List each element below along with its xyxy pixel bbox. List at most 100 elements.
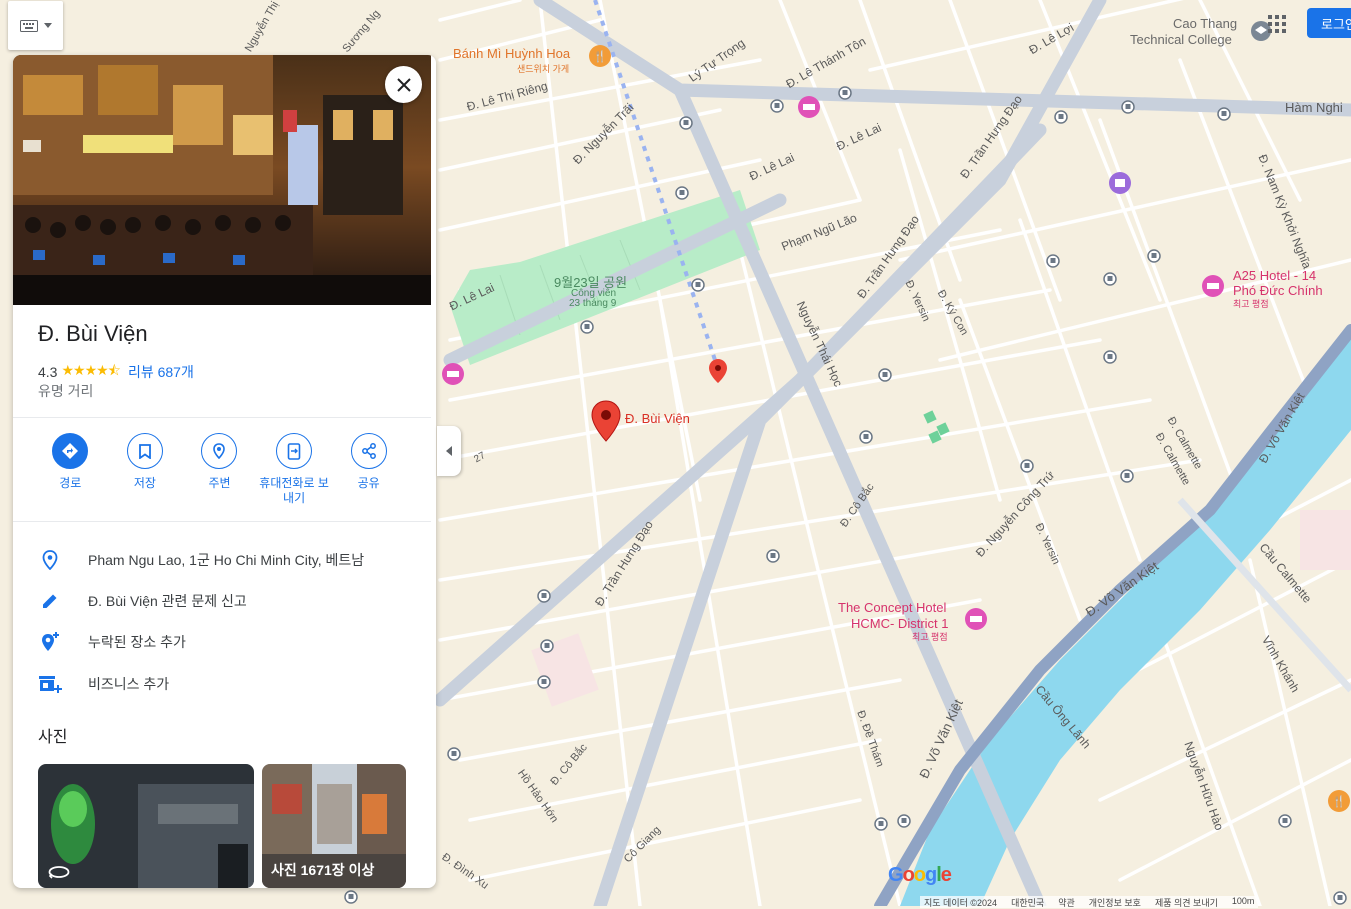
address-text: Pham Ngu Lao, 1군 Ho Chi Minh City, 베트남 [88,552,365,568]
360-view-icon [48,866,70,879]
bus-icon [842,90,848,95]
edit-pencil-icon [43,594,57,608]
nearby-icon [213,443,226,459]
street-night-photo [13,55,431,305]
feedback-link[interactable]: 제품 의견 보내기 [1155,896,1218,908]
place-title: Đ. Bùi Viện [38,321,148,346]
add-missing-place-row[interactable]: 누락된 장소 추가 [38,630,418,654]
add-location-icon [42,632,59,651]
scale-label[interactable]: 100m [1232,896,1255,908]
send-to-phone-icon [287,442,301,460]
bus-icon [878,821,884,826]
hotel-pin-icon[interactable] [441,362,465,390]
login-button[interactable]: 로그인 [1307,8,1351,38]
place-hero-image[interactable] [13,55,431,305]
bus-icon [882,372,888,377]
bus-icon [584,324,590,329]
action-bar: 경로 저장 주변 휴대전화로 보내기 공유 [33,433,413,506]
bus-icon [544,643,550,648]
directions-button[interactable]: 경로 [33,433,108,506]
hotel-pin-icon[interactable] [797,95,821,123]
report-issue-row[interactable]: Đ. Bùi Viện 관련 문제 신고 [38,589,418,613]
country-label[interactable]: 대한민국 [1011,896,1044,908]
more-photos-label: 사진 1671장 이상 [271,862,375,878]
bus-icon [770,553,776,558]
poi-a25-hotel[interactable]: A25 Hotel - 14 [1233,268,1316,283]
bus-icon [1124,473,1130,478]
bus-icon [451,751,457,756]
chevron-down-icon [43,22,52,28]
bus-icon [1024,463,1030,468]
bus-icon [1107,354,1113,359]
photos-more-tile[interactable]: 사진 1671장 이상 [262,764,406,888]
poi-concept-hotel[interactable]: The Concept Hotel [838,600,946,615]
directions-label: 경로 [59,476,82,490]
keyboard-button[interactable] [8,1,63,50]
report-issue-text: Đ. Bùi Viện 관련 문제 신고 [88,593,247,609]
save-label: 저장 [133,476,156,490]
close-icon [396,77,411,92]
location-marker-icon[interactable] [591,400,621,442]
poi-cao-thang-2: Technical College [1130,32,1232,47]
google-logo: Google [888,864,952,886]
poi-food-pin[interactable]: 🍴 [1327,789,1351,817]
chevron-left-icon [445,446,452,456]
photo-thumbnail[interactable] [38,764,254,888]
bar-interior-photo [38,764,254,888]
add-business-row[interactable]: 비즈니스 추가 [38,672,418,696]
svg-text:🍴: 🍴 [1332,795,1346,808]
keyboard-icon [19,19,38,32]
poi-concept-hotel-2: HCMC- District 1 [851,616,949,631]
rating-value: 4.3 [38,364,58,380]
place-category: 유명 거리 [38,383,94,399]
poi-a25-hotel-sub: 최고 평점 [1233,299,1269,309]
bookmark-icon [138,443,151,459]
bus-icon [683,120,689,125]
poi-banh-mi[interactable]: Bánh Mì Huỳnh Hoa [453,46,570,61]
directions-icon [62,443,79,459]
send-to-phone-button[interactable]: 휴대전화로 보내기 [257,433,332,506]
park-sublabel-2: 23 tháng 9 [569,298,617,309]
poi-food-pin[interactable]: 🍴 [588,44,612,72]
nearby-button[interactable]: 주변 [182,433,257,506]
place-panel: Đ. Bùi Viện 4.3 ★★★★⯪ 리뷰 687개 유명 거리 경로 저… [13,55,436,888]
bus-icon [541,593,547,598]
bus-icon [1282,818,1288,823]
close-button[interactable] [385,66,422,103]
poi-cao-thang[interactable]: Cao Thang [1173,16,1237,31]
bus-icon [679,190,685,195]
divider [13,417,431,418]
marker-label[interactable]: Đ. Bùi Viện [625,411,690,426]
share-button[interactable]: 공유 [331,433,406,506]
small-marker-icon[interactable] [708,358,728,384]
map-footer: 지도 데이터 ©2024 대한민국 약관 개인정보 보호 제품 의견 보내기 1… [920,896,1259,908]
apps-grid-icon[interactable] [1268,15,1286,33]
svg-text:🍴: 🍴 [593,50,607,63]
reviews-link[interactable]: 리뷰 687개 [128,362,194,382]
terms-link[interactable]: 약관 [1058,896,1075,908]
poi-a25-hotel-2: Phó Đức Chính [1233,283,1323,298]
address-row[interactable]: Pham Ngu Lao, 1군 Ho Chi Minh City, 베트남 [38,548,418,572]
add-business-icon [39,676,62,693]
privacy-link[interactable]: 개인정보 보호 [1089,896,1141,908]
share-icon [361,443,376,459]
nearby-label: 주변 [208,476,231,490]
save-button[interactable]: 저장 [108,433,183,506]
bus-icon [1107,276,1113,281]
collapse-panel-button[interactable] [437,426,461,476]
bus-icon [1221,111,1227,116]
bus-icon [774,103,780,108]
add-missing-place-text: 누락된 장소 추가 [88,634,186,650]
photos-heading: 사진 [38,729,68,746]
bus-icon [1151,253,1157,258]
museum-pin-icon[interactable] [1108,171,1132,199]
bus-icon [695,282,701,287]
bus-icon [1050,258,1056,263]
bus-icon [348,894,354,899]
poi-banh-mi-sub: 샌드위치 가게 [517,64,570,74]
hotel-pin-icon[interactable] [1201,274,1225,302]
send-to-phone-label: 휴대전화로 보내기 [259,476,329,505]
map-data-attribution: 지도 데이터 ©2024 [924,898,998,908]
street-label: Hàm Nghi [1285,100,1343,115]
hotel-pin-icon[interactable] [964,607,988,635]
